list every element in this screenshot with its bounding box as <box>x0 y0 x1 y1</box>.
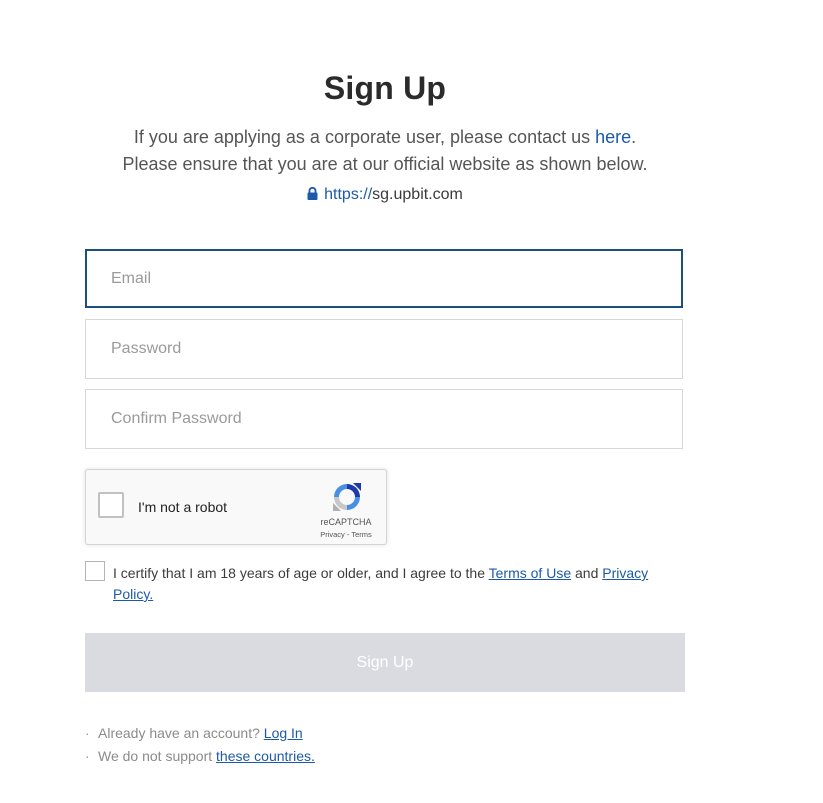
recaptcha-privacy-terms[interactable]: Privacy - Terms <box>311 530 381 539</box>
page-title: Sign Up <box>323 70 447 106</box>
password-field-wrapper <box>85 319 683 379</box>
corporate-notice: If you are applying as a corporate user,… <box>0 127 770 148</box>
terms-of-use-link[interactable]: Terms of Use <box>489 565 571 581</box>
unsupported-countries-text: We do not support <box>98 748 217 764</box>
age-terms-checkbox[interactable] <box>85 561 105 581</box>
email-field-wrapper <box>85 249 683 308</box>
log-in-link[interactable]: Log In <box>264 725 303 741</box>
url-host: sg.upbit.com <box>372 186 463 203</box>
confirm-password-field-wrapper <box>85 389 683 449</box>
corporate-contact-link[interactable]: here <box>595 127 631 147</box>
age-terms-statement: I certify that I am 18 years of age or o… <box>113 565 489 581</box>
unsupported-countries-notice: · We do not support these countries. <box>85 748 315 764</box>
official-site-notice: Please ensure that you are at our offici… <box>122 154 648 174</box>
corporate-notice-text: If you are applying as a corporate user,… <box>133 127 596 147</box>
signup-page: Sign Up If you are applying as a corpora… <box>0 0 823 803</box>
url-scheme: https:// <box>324 186 373 203</box>
sign-up-button[interactable]: Sign Up <box>85 633 685 692</box>
official-url: https://sg.upbit.com <box>0 186 770 205</box>
bullet: · <box>85 725 90 741</box>
corporate-notice-period: . <box>631 127 637 147</box>
bullet: · <box>85 748 90 764</box>
unsupported-countries-link[interactable]: these countries. <box>216 748 315 764</box>
age-terms-and: and <box>571 565 603 581</box>
email-field[interactable] <box>87 251 681 306</box>
recaptcha-logo-icon <box>331 481 363 518</box>
confirm-password-field[interactable] <box>86 390 682 448</box>
lock-icon <box>307 186 318 205</box>
password-field[interactable] <box>86 320 682 378</box>
recaptcha-widget: I'm not a robot reCAPTCHA Privacy - Term… <box>85 469 387 545</box>
recaptcha-brand: reCAPTCHA <box>320 517 372 527</box>
login-prompt-text: Already have an account? <box>98 725 264 741</box>
age-terms-text: I certify that I am 18 years of age or o… <box>113 563 673 605</box>
login-prompt: · Already have an account? Log In <box>85 725 303 741</box>
recaptcha-label: I'm not a robot <box>138 499 228 515</box>
recaptcha-checkbox[interactable] <box>98 492 124 518</box>
